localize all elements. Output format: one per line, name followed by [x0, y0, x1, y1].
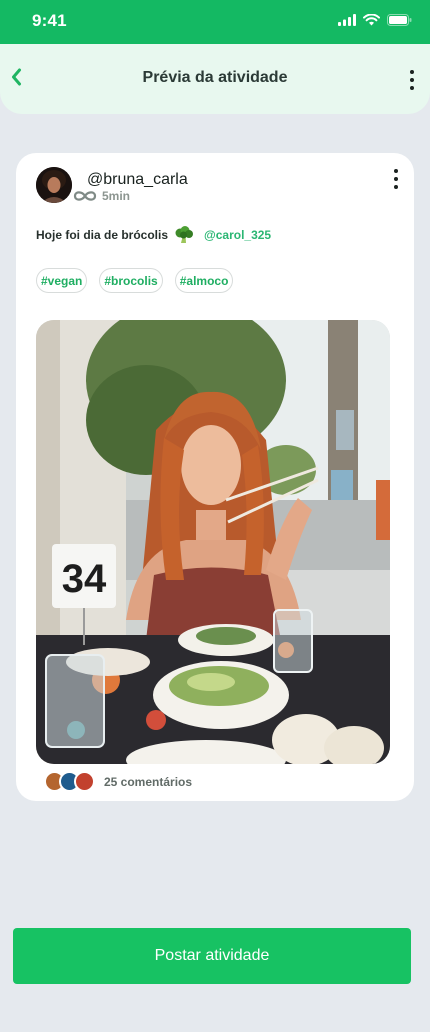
comments-count: 25 comentários: [104, 774, 193, 789]
signal-icon: [338, 14, 356, 26]
post-photo[interactable]: 34: [36, 320, 390, 764]
commenter-avatar: [74, 771, 95, 792]
post-preview-card: @bruna_carla 5min Hoje foi dia de brócol…: [16, 153, 414, 801]
wifi-icon: [363, 14, 380, 26]
status-time: 9:41: [32, 11, 67, 30]
app-header: Prévia da atividade: [0, 44, 430, 114]
avatar[interactable]: [36, 167, 72, 203]
post-username[interactable]: @bruna_carla: [87, 171, 188, 189]
post-more-button[interactable]: [386, 168, 406, 190]
post-time: 5min: [102, 189, 131, 203]
more-vertical-icon: [394, 169, 398, 173]
post-activity-button[interactable]: Postar atividade: [13, 928, 411, 984]
more-vertical-icon: [410, 70, 414, 74]
tag-list: #vegan #brocolis #almoco: [36, 268, 234, 293]
tag-chip[interactable]: #vegan: [36, 268, 88, 293]
infinity-icon: [73, 191, 97, 201]
post-mention[interactable]: @carol_325: [204, 228, 271, 242]
table-number: 34: [62, 557, 107, 601]
tag-chip[interactable]: #brocolis: [99, 268, 163, 293]
tag-chip[interactable]: #almoco: [174, 268, 234, 293]
post-meta: 5min: [73, 189, 130, 203]
broccoli-icon: [174, 226, 194, 244]
status-icons: [338, 14, 412, 26]
page-title: Prévia da atividade: [142, 69, 288, 86]
caption-text: Hoje foi dia de brócolis: [36, 228, 169, 242]
post-caption: Hoje foi dia de brócolis @carol_325: [36, 226, 271, 244]
battery-icon: [387, 14, 412, 26]
comments-link[interactable]: 25 comentários: [44, 771, 192, 792]
status-bar: 9:41: [0, 0, 430, 44]
header-more-button[interactable]: [402, 68, 422, 92]
